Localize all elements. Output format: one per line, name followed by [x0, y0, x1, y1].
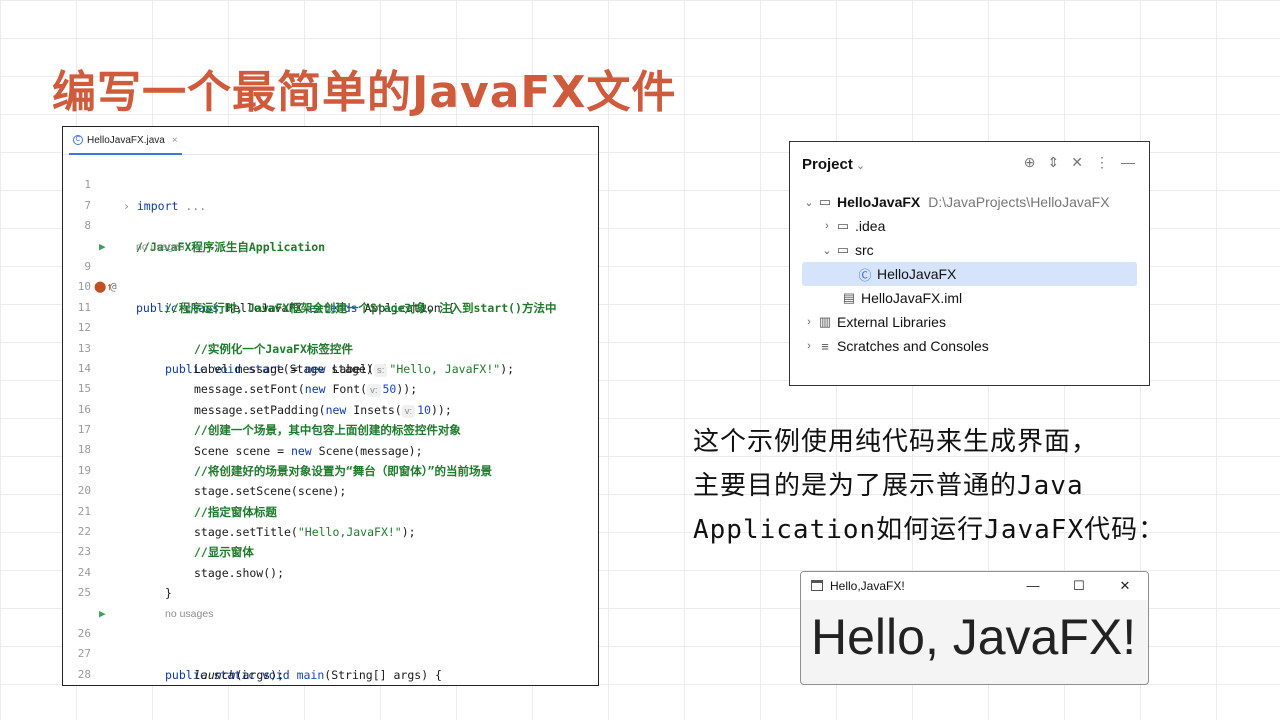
- window-titlebar[interactable]: Hello,JavaFX! — ☐ ✕: [801, 572, 1148, 600]
- javafx-window: Hello,JavaFX! — ☐ ✕ Hello, JavaFX!: [800, 571, 1149, 685]
- library-icon: ▥: [818, 314, 832, 329]
- code-line: 18 //将创建好的场景对象设置为“舞台（即窗体）”的当前场景: [63, 420, 598, 477]
- code-line: 24 }: [63, 542, 598, 600]
- folder-icon: ▭: [836, 242, 850, 257]
- code-line: 12 //实例化一个JavaFX标签控件: [63, 298, 598, 355]
- chevron-right-icon[interactable]: ›: [802, 316, 816, 328]
- code-line: 23 stage.show();: [63, 522, 598, 579]
- code-line: 15 message.setPadding(new Insets(v: 10));: [63, 359, 598, 418]
- annotation-icon[interactable]: @: [110, 277, 117, 297]
- minimize-button[interactable]: —: [1010, 572, 1056, 600]
- line-number: 29: [63, 685, 91, 686]
- java-class-icon: Ⓒ: [858, 267, 872, 283]
- code-line: 13 Label message = new Label(s: "Hello, J…: [63, 318, 598, 377]
- code-line: 28 }: [63, 644, 598, 681]
- code-editor: C HelloJavaFX.java × 1 › import ... 7 8 …: [62, 126, 599, 686]
- close-icon[interactable]: ×: [172, 135, 178, 146]
- minimize-icon[interactable]: —: [1121, 154, 1135, 171]
- folder-icon: ▭: [836, 218, 850, 233]
- code-line: 9 ▶ public class HelloJavaFX extends App…: [63, 237, 598, 315]
- code-line: 21 stage.setTitle("Hello,JavaFX!");: [63, 481, 598, 539]
- run-icon[interactable]: ▶: [99, 237, 106, 257]
- tree-item-label: HelloJavaFX.iml: [861, 290, 963, 306]
- chevron-down-icon: ⌄: [855, 160, 866, 172]
- tree-item-idea[interactable]: › ▭ .idea: [820, 214, 1137, 238]
- code-line: 14 message.setFont(new Font(v: 50));: [63, 339, 598, 398]
- run-icon[interactable]: ▶: [99, 604, 106, 624]
- code-line: 25: [63, 563, 598, 599]
- code-line: 1 › import ...: [63, 155, 598, 212]
- tree-item-src[interactable]: ⌄ ▭ src: [820, 238, 1137, 262]
- project-panel: Project ⌄ ⊕ ⇕ ✕ ⋮ — ⌄ ▭ HelloJavaFX D:\Ja…: [789, 141, 1150, 386]
- tree-item-label: HelloJavaFX: [877, 266, 957, 282]
- tree-item-scratches[interactable]: › ≡ Scratches and Consoles: [802, 334, 1137, 358]
- description-line: 主要目的是为了展示普通的Java: [693, 471, 1084, 501]
- project-toolbar: ⊕ ⇕ ✕ ⋮ —: [1024, 154, 1135, 171]
- expand-collapse-icon[interactable]: ⇕: [1048, 154, 1060, 171]
- tree-item-root[interactable]: ⌄ ▭ HelloJavaFX D:\JavaProjects\HelloJav…: [802, 190, 1137, 214]
- module-file-icon: ▤: [842, 290, 856, 305]
- tree-item-label: src: [855, 242, 874, 258]
- code-line: 26 ▶ public static void main(String[] ar…: [63, 604, 598, 682]
- tree-item-external-libraries[interactable]: › ▥ External Libraries: [802, 310, 1137, 334]
- project-path: D:\JavaProjects\HelloJavaFX: [928, 194, 1110, 210]
- tree-item-label: Scratches and Consoles: [837, 338, 989, 354]
- chevron-down-icon[interactable]: ⌄: [802, 196, 816, 209]
- tree-item-label: External Libraries: [837, 314, 946, 330]
- code-token: }: [165, 685, 172, 686]
- collapse-all-icon[interactable]: ✕: [1071, 154, 1083, 171]
- window-controls: — ☐ ✕: [1010, 572, 1148, 600]
- code-line: 17 Scene scene = new Scene(message);: [63, 400, 598, 457]
- code-line: 8 //JavaFX程序派生自Application: [63, 196, 598, 253]
- description-line: 这个示例使用纯代码来生成界面，: [693, 427, 1099, 457]
- code-line: 29 }: [63, 665, 598, 685]
- more-options-icon[interactable]: ⋮: [1095, 154, 1109, 171]
- java-class-icon: C: [73, 135, 83, 145]
- slide-title: 编写一个最简单的JavaFX文件: [52, 67, 677, 118]
- code-line: 16 //创建一个场景，其中包容上面创建的标签控件对象: [63, 379, 598, 437]
- editor-tab-label: HelloJavaFX.java: [87, 134, 165, 146]
- chevron-right-icon[interactable]: ›: [820, 220, 834, 232]
- editor-tab-bar: C HelloJavaFX.java ×: [63, 127, 598, 155]
- tree-item-label: .idea: [855, 218, 886, 234]
- code-line: 7: [63, 175, 598, 212]
- hello-label: Hello, JavaFX!: [811, 609, 1137, 665]
- code-hint: no usages: [63, 216, 598, 253]
- app-window-icon: [811, 580, 823, 591]
- editor-tab-hellojavafx[interactable]: C HelloJavaFX.java ×: [69, 127, 182, 155]
- description-text: 这个示例使用纯代码来生成界面， 主要目的是为了展示普通的Java Applica…: [693, 420, 1253, 552]
- project-header-label: Project: [802, 156, 853, 173]
- tree-item-label: HelloJavaFX: [837, 194, 921, 210]
- code-line: 10 //程序运行时，JavaFX框架会创建一个Stage对象，注入到start…: [63, 257, 598, 314]
- close-button[interactable]: ✕: [1102, 572, 1148, 600]
- chevron-right-icon[interactable]: ›: [802, 340, 816, 352]
- maximize-button[interactable]: ☐: [1056, 572, 1102, 600]
- code-line: 20 //指定窗体标题: [63, 461, 598, 518]
- code-line: 19 stage.setScene(scene);: [63, 440, 598, 498]
- window-title: Hello,JavaFX!: [830, 579, 905, 593]
- code-area[interactable]: 1 › import ... 7 8 //JavaFX程序派生自Applicat…: [63, 155, 598, 685]
- locate-icon[interactable]: ⊕: [1024, 154, 1036, 171]
- code-hint: no usages: [63, 583, 598, 620]
- code-line: 11 ⬤↑ @ public void start(Stage stage) {: [63, 277, 598, 376]
- project-header[interactable]: Project ⌄: [802, 156, 865, 173]
- description-line: Application如何运行JavaFX代码：: [693, 515, 1166, 545]
- project-folder-icon: ▭: [818, 194, 832, 209]
- tree-item-iml[interactable]: ▤ HelloJavaFX.iml: [840, 286, 1137, 310]
- scratches-icon: ≡: [821, 338, 829, 354]
- tree-item-hellojavafx-class[interactable]: Ⓒ HelloJavaFX: [802, 262, 1137, 286]
- chevron-down-icon[interactable]: ⌄: [820, 244, 834, 257]
- code-line: 22 //显示窗体: [63, 502, 598, 559]
- code-line: 27 launch(args);: [63, 624, 598, 681]
